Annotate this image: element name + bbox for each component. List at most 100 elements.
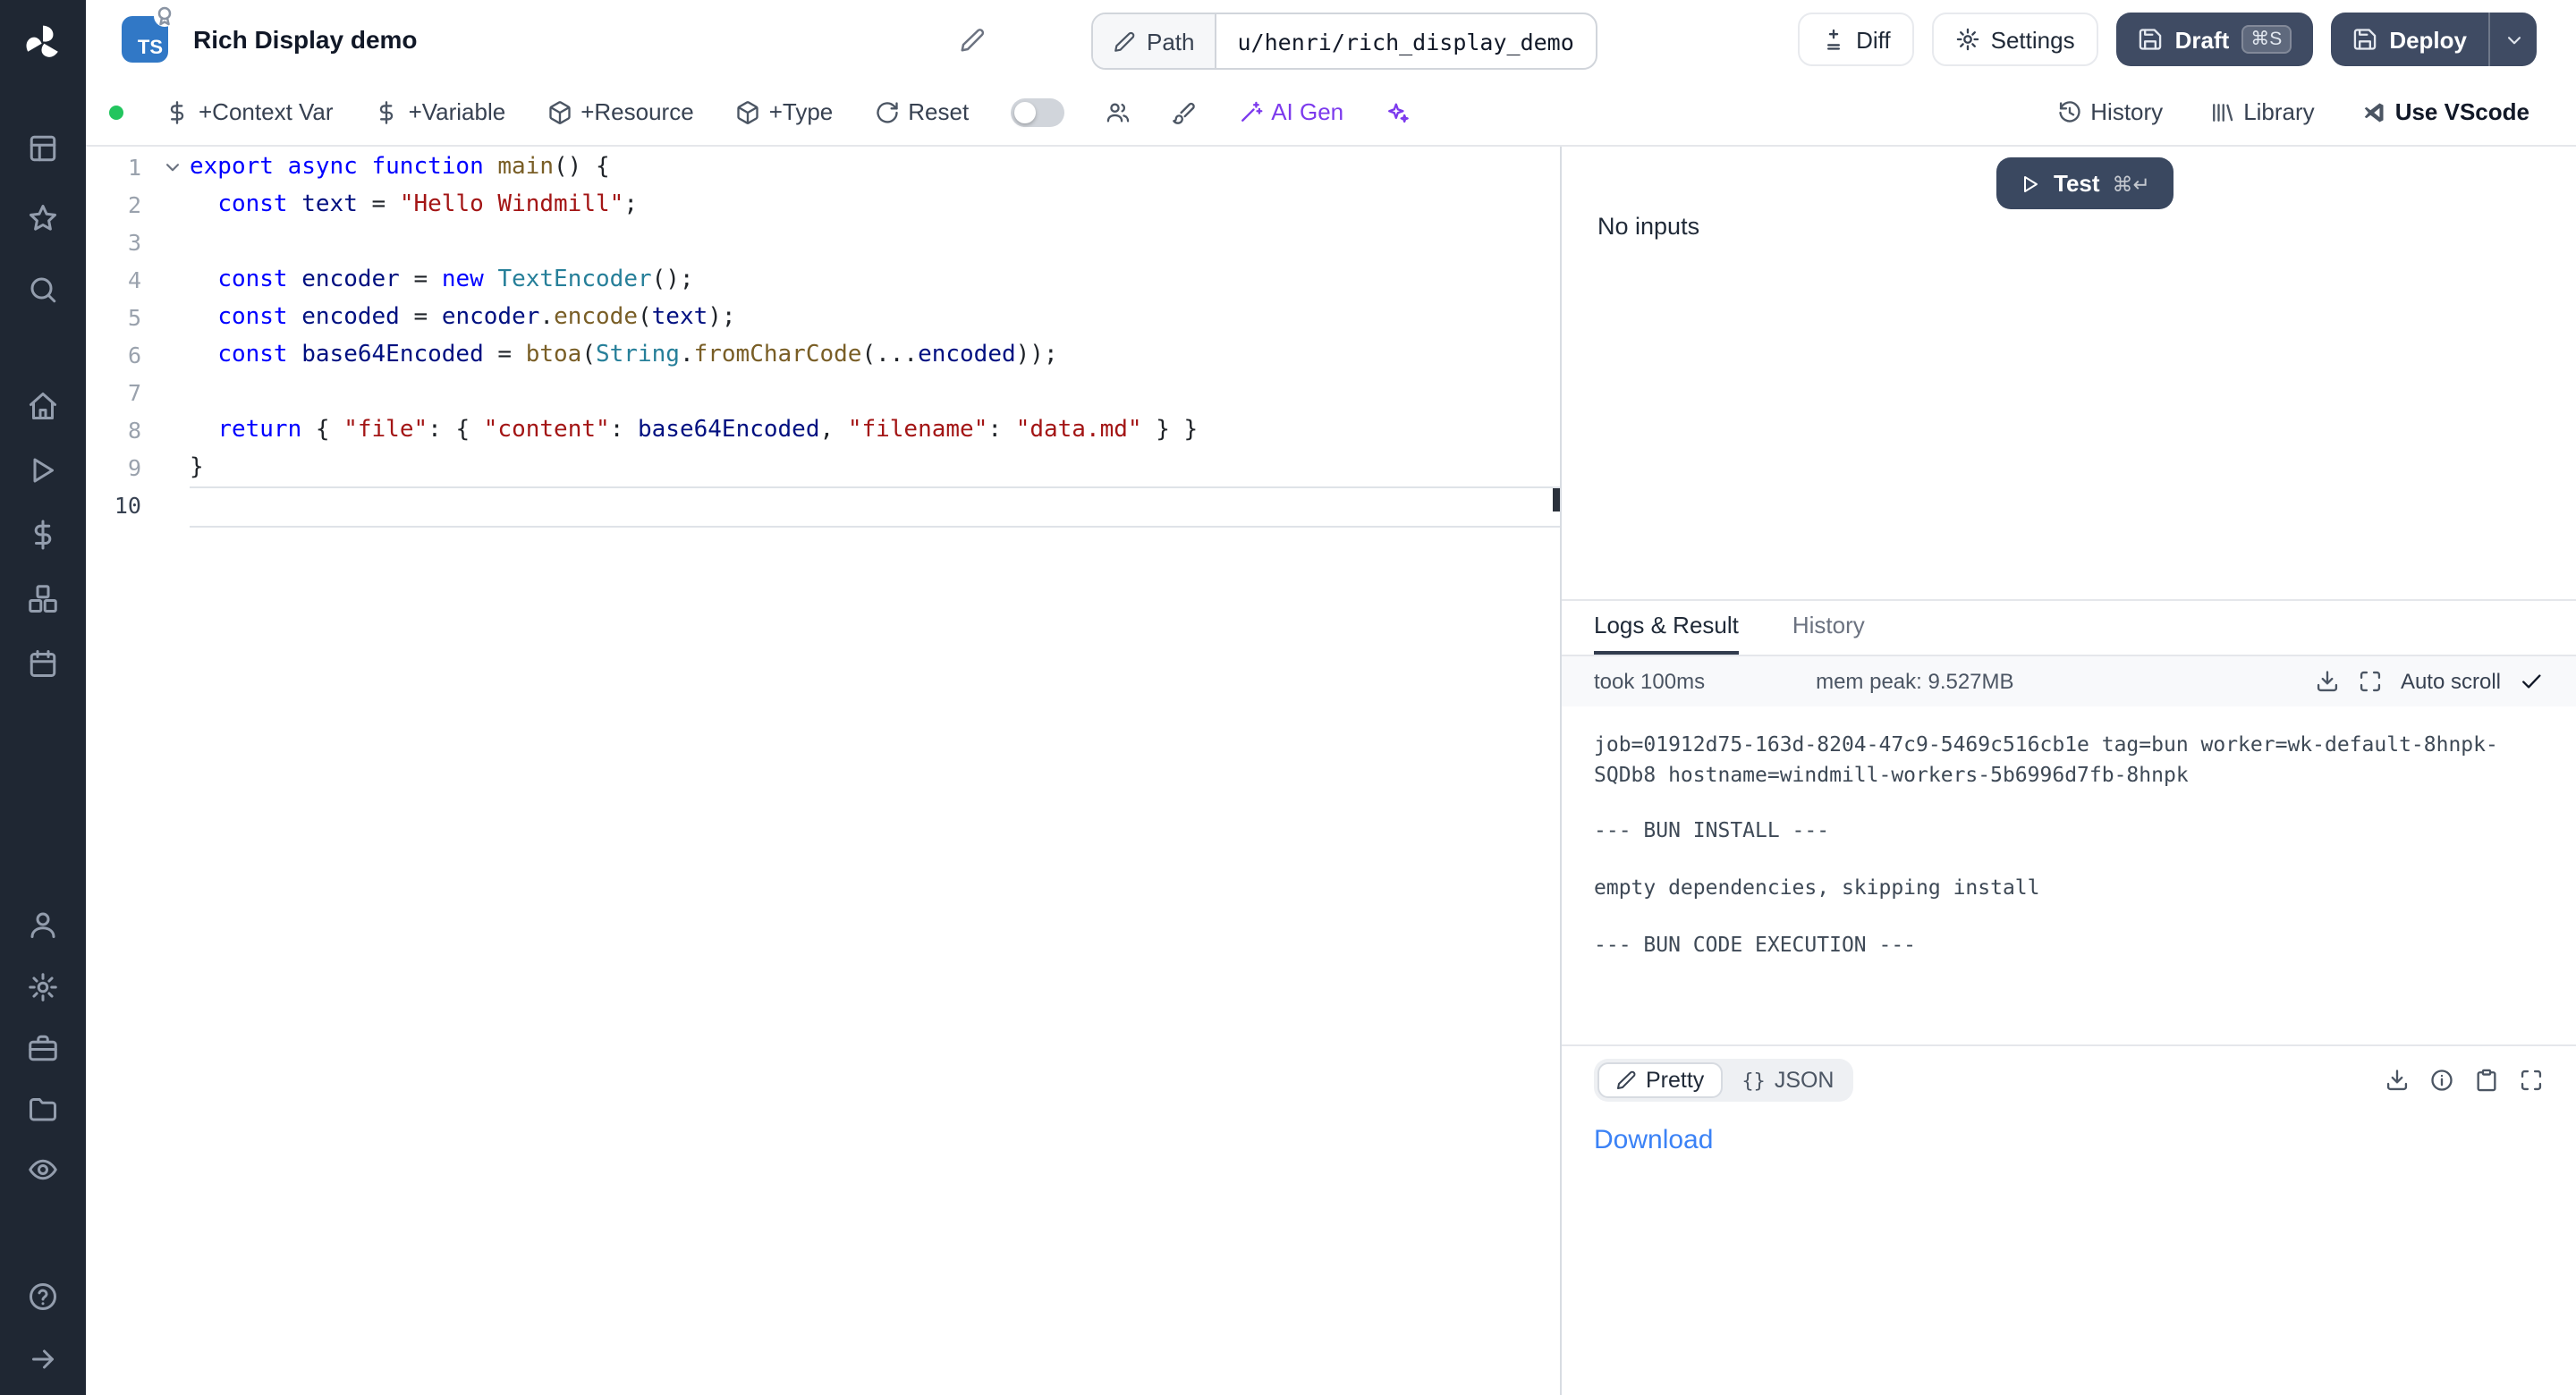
deploy-button[interactable]: Deploy (2330, 13, 2488, 66)
diff-label: Diff (1856, 26, 1891, 53)
code-editor[interactable]: 12345678910 export async function main()… (86, 147, 1560, 1395)
auto-scroll-label[interactable]: Auto scroll (2401, 669, 2501, 694)
line-number[interactable]: 2 (86, 186, 157, 224)
result-download-link[interactable]: Download (1562, 1114, 1745, 1155)
code-lines[interactable]: export async function main() { const tex… (190, 147, 1560, 1395)
diff-button[interactable]: Diff (1797, 13, 1914, 66)
collaborators-button[interactable] (1105, 99, 1130, 124)
ai-sparkles-button[interactable] (1385, 99, 1410, 124)
json-tab[interactable]: {} JSON (1725, 1064, 1850, 1096)
format-code-button[interactable] (1171, 99, 1196, 124)
help-icon[interactable] (27, 1281, 59, 1313)
line-number[interactable]: 3 (86, 224, 157, 261)
log-controls: Auto scroll (2315, 669, 2544, 694)
settings-button[interactable]: Settings (1932, 13, 2098, 66)
code-line[interactable]: } (190, 449, 1560, 486)
action-toolbar: +Context Var +Variable +Resource +Type R… (86, 79, 2576, 147)
workers-toolbox-icon[interactable] (27, 1032, 59, 1064)
variables-dollar-icon[interactable] (27, 519, 59, 551)
maximize-result-icon[interactable] (2519, 1068, 2544, 1093)
result-view-switch: Pretty {} JSON (1594, 1059, 1854, 1102)
fold-gutter (157, 147, 190, 1395)
sidebar (0, 0, 86, 1395)
code-line[interactable]: const base64Encoded = btoa(String.fromCh… (190, 336, 1560, 374)
download-logs-icon[interactable] (2315, 669, 2340, 694)
runs-play-icon[interactable] (27, 454, 59, 486)
log-line: empty dependencies, skipping install (1594, 873, 2544, 902)
code-line[interactable]: const text = "Hello Windmill"; (190, 186, 1560, 224)
draft-shortcut: ⌘S (2241, 25, 2291, 54)
path-edit-button[interactable]: Path (1093, 14, 1216, 68)
package-icon (547, 99, 572, 124)
code-line[interactable]: const encoded = encoder.encode(text); (190, 299, 1560, 336)
path-value: u/henri/rich_display_demo (1216, 14, 1596, 68)
brush-icon (1171, 99, 1196, 124)
copy-clipboard-icon[interactable] (2474, 1068, 2499, 1093)
line-number[interactable]: 5 (86, 299, 157, 336)
use-vscode-button[interactable]: Use VScode (2361, 98, 2529, 125)
reset-button[interactable]: Reset (874, 98, 969, 125)
add-context-var-button[interactable]: +Context Var (165, 98, 334, 125)
search-icon[interactable] (27, 274, 59, 306)
download-result-icon[interactable] (2385, 1068, 2410, 1093)
line-number[interactable]: 8 (86, 411, 157, 449)
context-var-label: +Context Var (199, 98, 334, 125)
fold-chevron-icon[interactable] (161, 156, 184, 179)
pretty-tab[interactable]: Pretty (1597, 1062, 1722, 1098)
line-number[interactable]: 1 (86, 148, 157, 186)
auto-scroll-check-icon[interactable] (2519, 669, 2544, 694)
test-button[interactable]: Test ⌘↵ (1996, 157, 2174, 209)
code-line[interactable]: const encoder = new TextEncoder(); (190, 261, 1560, 299)
maximize-logs-icon[interactable] (2358, 669, 2383, 694)
folders-icon[interactable] (27, 1093, 59, 1125)
code-line[interactable] (190, 374, 1560, 411)
draft-button[interactable]: Draft ⌘S (2116, 13, 2313, 66)
code-line[interactable] (190, 224, 1560, 261)
line-number[interactable]: 10 (86, 486, 157, 524)
tab-logs-result[interactable]: Logs & Result (1594, 599, 1739, 655)
line-number[interactable]: 6 (86, 336, 157, 374)
add-type-button[interactable]: +Type (735, 98, 834, 125)
apps-icon[interactable] (27, 132, 59, 165)
line-number[interactable]: 7 (86, 374, 157, 411)
windmill-logo-icon[interactable] (21, 21, 64, 64)
history-button[interactable]: History (2056, 98, 2163, 125)
pen-icon (1615, 1070, 1637, 1091)
ai-gen-button[interactable]: AI Gen (1237, 98, 1343, 125)
line-number[interactable]: 9 (86, 449, 157, 486)
reset-label: Reset (908, 98, 969, 125)
path-control[interactable]: Path u/henri/rich_display_demo (1091, 13, 1597, 70)
line-number[interactable]: 4 (86, 261, 157, 299)
multiplayer-toggle[interactable] (1010, 97, 1063, 126)
user-icon[interactable] (27, 909, 59, 941)
edit-summary-pencil-icon[interactable] (959, 27, 986, 54)
code-line[interactable]: export async function main() { (190, 148, 1560, 186)
log-line: --- BUN INSTALL --- (1594, 816, 2544, 846)
home-icon[interactable] (27, 390, 59, 422)
status-green-dot (109, 105, 123, 119)
package-icon (735, 99, 760, 124)
tab-history[interactable]: History (1792, 599, 1865, 655)
test-panel: Test ⌘↵ No inputs (1562, 147, 2576, 601)
play-icon (2020, 173, 2041, 194)
log-output[interactable]: job=01912d75-163d-8204-47c9-5469c516cb1e… (1562, 706, 2576, 1044)
code-line[interactable] (190, 486, 1560, 528)
dollar-icon (375, 99, 400, 124)
schedules-calendar-icon[interactable] (27, 647, 59, 680)
add-resource-button[interactable]: +Resource (547, 98, 693, 125)
info-icon[interactable] (2429, 1068, 2454, 1093)
audit-eye-icon[interactable] (27, 1154, 59, 1186)
code-line[interactable]: return { "file": { "content": base64Enco… (190, 411, 1560, 449)
log-line: job=01912d75-163d-8204-47c9-5469c516cb1e… (1594, 730, 2544, 790)
line-numbers[interactable]: 12345678910 (86, 147, 157, 1395)
save-icon (2138, 27, 2163, 52)
resources-boxes-icon[interactable] (27, 583, 59, 615)
deploy-dropdown-button[interactable] (2488, 13, 2537, 66)
dollar-icon (165, 99, 190, 124)
settings-gear-icon[interactable] (27, 971, 59, 1003)
add-variable-button[interactable]: +Variable (375, 98, 506, 125)
test-shortcut: ⌘↵ (2113, 171, 2150, 196)
expand-sidebar-icon[interactable] (27, 1343, 59, 1375)
library-button[interactable]: Library (2209, 98, 2315, 125)
favorites-star-icon[interactable] (27, 202, 59, 234)
